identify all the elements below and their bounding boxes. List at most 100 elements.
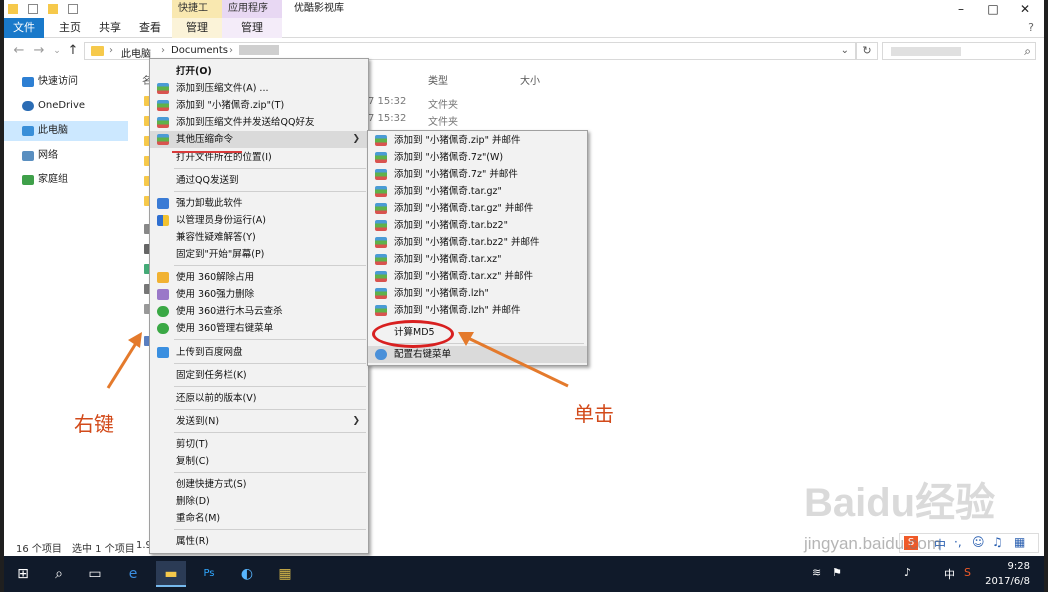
qq-browser-icon[interactable]: ◐: [232, 561, 262, 587]
breadcrumb-documents[interactable]: Documents: [171, 45, 228, 56]
menu-restore-versions[interactable]: 还原以前的版本(V): [150, 390, 368, 407]
submenu-tarxz-email[interactable]: 添加到 "小猪佩奇.tar.xz" 并邮件: [368, 268, 587, 285]
help-icon[interactable]: ?: [1028, 21, 1034, 34]
column-size[interactable]: 大小: [520, 72, 540, 87]
breadcrumb-blurred: [239, 45, 279, 56]
menu-delete[interactable]: 删除(D): [150, 493, 368, 510]
column-type[interactable]: 类型: [428, 72, 448, 87]
menu-360-scan[interactable]: 使用 360进行木马云查杀: [150, 303, 368, 320]
close-button[interactable]: ✕: [1008, 0, 1042, 18]
menu-add-archive[interactable]: 添加到压缩文件(A) ...: [150, 80, 368, 97]
tray-app-icon[interactable]: ⚑: [832, 566, 842, 579]
baidu-watermark: Baidu经验: [804, 481, 996, 525]
chevron-right-icon: ❯: [352, 416, 360, 426]
menu-add-zip[interactable]: 添加到 "小猪佩奇.zip"(T): [150, 97, 368, 114]
menu-run-as-admin[interactable]: 以管理员身份运行(A): [150, 212, 368, 229]
search-input[interactable]: ⌕: [882, 42, 1036, 60]
menu-send-qq[interactable]: 通过QQ发送到: [150, 172, 368, 189]
winrar-icon: [375, 305, 387, 316]
context-tab-manage-shortcut[interactable]: 管理: [172, 18, 222, 38]
menu-copy[interactable]: 复制(C): [150, 453, 368, 470]
breadcrumb-this-pc[interactable]: 此电脑: [121, 45, 151, 60]
submenu-tarbz2-email[interactable]: 添加到 "小猪佩奇.tar.bz2" 并邮件: [368, 234, 587, 251]
menu-send-to[interactable]: 发送到(N) ❯: [150, 413, 368, 430]
clock[interactable]: 9:28 2017/6/8: [985, 559, 1030, 589]
tab-home[interactable]: 主页: [52, 18, 88, 38]
volume-icon[interactable]: ♪: [904, 566, 911, 579]
taskbar: ⊞ ⌕ ▭ e ▬ Ps ◐ ▦ ≋ ⚑ ♪ 中 S 9:28 2017/6/8: [4, 556, 1044, 592]
title-bar: 快捷工具 应用程序工具 优酷影视库 – □ ✕: [4, 0, 1044, 32]
voice-icon[interactable]: ♫: [992, 535, 1003, 549]
submenu-zip-email[interactable]: 添加到 "小猪佩奇.zip" 并邮件: [368, 132, 587, 149]
menu-rename[interactable]: 重命名(M): [150, 510, 368, 527]
360-scan-icon: [157, 306, 169, 317]
photoshop-icon[interactable]: Ps: [194, 561, 224, 587]
quick-access-dropdown-icon[interactable]: [68, 4, 78, 14]
submenu-targz[interactable]: 添加到 "小猪佩奇.tar.gz": [368, 183, 587, 200]
edge-icon[interactable]: e: [118, 561, 148, 587]
submenu-lzh[interactable]: 添加到 "小猪佩奇.lzh": [368, 285, 587, 302]
menu-360-unlock[interactable]: 使用 360解除占用: [150, 269, 368, 286]
ime-indicator[interactable]: 中: [944, 566, 955, 582]
menu-baidu-upload[interactable]: 上传到百度网盘: [150, 344, 368, 361]
winrar-icon[interactable]: ▦: [270, 561, 300, 587]
tab-view[interactable]: 查看: [132, 18, 168, 38]
wifi-icon[interactable]: ≋: [812, 566, 821, 579]
punctuation-icon[interactable]: ·,: [954, 535, 962, 549]
submenu-targz-email[interactable]: 添加到 "小猪佩奇.tar.gz" 并邮件: [368, 200, 587, 217]
baidu-watermark-url: jingyan.baidu.com: [804, 534, 942, 553]
nav-onedrive[interactable]: OneDrive: [4, 96, 128, 116]
folder-icon: [91, 46, 104, 56]
maximize-button[interactable]: □: [976, 0, 1010, 18]
tab-share[interactable]: 共享: [92, 18, 128, 38]
explorer-icon[interactable]: ▬: [156, 561, 186, 587]
context-menu: 打开(O) 添加到压缩文件(A) ... 添加到 "小猪佩奇.zip"(T) 添…: [149, 58, 369, 554]
menu-properties[interactable]: 属性(R): [150, 533, 368, 550]
winrar-icon: [375, 288, 387, 299]
address-dropdown-icon[interactable]: ⌄: [841, 45, 849, 56]
menu-cut[interactable]: 剪切(T): [150, 436, 368, 453]
submenu-lzh-email[interactable]: 添加到 "小猪佩奇.lzh" 并邮件: [368, 302, 587, 319]
360-delete-icon: [157, 289, 169, 300]
forward-button[interactable]: →: [30, 42, 48, 60]
tab-file[interactable]: 文件: [4, 18, 44, 38]
submenu-tarbz2[interactable]: 添加到 "小猪佩奇.tar.bz2": [368, 217, 587, 234]
task-view-icon[interactable]: ▭: [80, 561, 110, 587]
nav-network[interactable]: 网络: [4, 146, 128, 166]
minimize-button[interactable]: –: [944, 0, 978, 18]
status-selected: 选中 1 个项目: [72, 544, 135, 555]
new-folder-icon[interactable]: [48, 4, 58, 14]
menu-compatibility[interactable]: 兼容性疑难解答(Y): [150, 229, 368, 246]
up-button[interactable]: ↑: [64, 42, 82, 60]
menu-360-manage[interactable]: 使用 360管理右键菜单: [150, 320, 368, 337]
back-button[interactable]: ←: [10, 42, 28, 60]
menu-add-send-qq[interactable]: 添加到压缩文件并发送给QQ好友: [150, 114, 368, 131]
menu-create-shortcut[interactable]: 创建快捷方式(S): [150, 476, 368, 493]
submenu-7z[interactable]: 添加到 "小猪佩奇.7z"(W): [368, 149, 587, 166]
submenu-tarxz[interactable]: 添加到 "小猪佩奇.tar.xz": [368, 251, 587, 268]
search-icon[interactable]: ⌕: [44, 561, 74, 587]
context-tab-header-app: 应用程序工具: [222, 0, 282, 32]
annotation-right-click: 右键: [74, 412, 114, 436]
menu-pin-start[interactable]: 固定到"开始"屏幕(P): [150, 246, 368, 263]
menu-pin-taskbar[interactable]: 固定到任务栏(K): [150, 367, 368, 384]
nav-quick-access[interactable]: 快速访问: [4, 72, 128, 92]
menu-other-compress[interactable]: 其他压缩命令 ❯: [150, 131, 368, 148]
menu-open[interactable]: 打开(O): [150, 63, 368, 80]
nav-this-pc[interactable]: 此电脑: [4, 121, 128, 141]
menu-grid-icon[interactable]: ▦: [1014, 535, 1025, 549]
menu-360-delete[interactable]: 使用 360强力删除: [150, 286, 368, 303]
winrar-icon: [375, 237, 387, 248]
menu-force-uninstall[interactable]: 强力卸载此软件: [150, 195, 368, 212]
context-tab-manage-app[interactable]: 管理: [222, 18, 282, 38]
highlight-underline: [172, 151, 242, 153]
submenu-7z-email[interactable]: 添加到 "小猪佩奇.7z" 并邮件: [368, 166, 587, 183]
screen: 快捷工具 应用程序工具 优酷影视库 – □ ✕ 文件 主页 共享 查看 管理 管…: [4, 0, 1044, 592]
properties-icon[interactable]: [28, 4, 38, 14]
md5-highlight-circle: [372, 320, 454, 348]
start-button[interactable]: ⊞: [8, 561, 38, 587]
refresh-button[interactable]: ↻: [856, 42, 878, 60]
nav-homegroup[interactable]: 家庭组: [4, 170, 128, 190]
sogou-tray-icon[interactable]: S: [964, 566, 971, 579]
emoji-icon[interactable]: ☺: [972, 535, 985, 549]
